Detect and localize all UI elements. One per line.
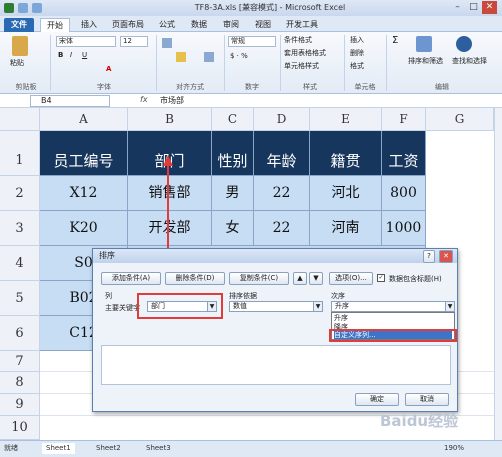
order-header-label: 次序 — [331, 292, 345, 300]
sheet-tab-2[interactable]: Sheet2 — [92, 443, 125, 454]
sort-on-header-label: 排序依据 — [229, 292, 257, 300]
column-header-label: 列 — [105, 292, 112, 300]
arrow-up-head — [163, 155, 173, 166]
headers-checkbox-label: 数据包含标题(H) — [389, 275, 442, 283]
cancel-button[interactable]: 取消 — [405, 393, 449, 406]
delete-level-button[interactable]: 删除条件(D) — [165, 272, 225, 285]
move-down-button[interactable]: ▼ — [309, 272, 323, 285]
levels-list-area[interactable] — [101, 345, 451, 385]
zoom-level[interactable]: 190% — [440, 443, 468, 454]
chevron-down-icon[interactable]: ▼ — [313, 302, 322, 311]
chevron-down-icon[interactable]: ▼ — [445, 302, 454, 311]
sort-on-select[interactable]: 数值 ▼ — [229, 301, 323, 312]
move-up-button[interactable]: ▲ — [293, 272, 307, 285]
sheet-tab-3[interactable]: Sheet3 — [142, 443, 175, 454]
watermark-logo: Baidu经验 — [380, 412, 459, 430]
copy-level-button[interactable]: 复制条件(C) — [229, 272, 289, 285]
add-level-button[interactable]: 添加条件(A) — [101, 272, 161, 285]
status-ready: 就绪 — [4, 444, 18, 452]
options-button[interactable]: 选项(O)... — [329, 272, 373, 285]
ok-button[interactable]: 确定 — [355, 393, 399, 406]
headers-checkbox[interactable]: ✓ — [377, 274, 385, 282]
main-key-label: 主要关键字 — [105, 304, 140, 312]
order-value: 升序 — [335, 302, 349, 310]
sort-dialog: 排序 ? ✕ 添加条件(A) 删除条件(D) 复制条件(C) ▲ ▼ 选项(O)… — [92, 248, 458, 412]
order-select[interactable]: 升序 ▼ — [331, 301, 455, 312]
order-option-ascending[interactable]: 升序 — [334, 314, 348, 322]
sheet-tab-1[interactable]: Sheet1 — [42, 443, 75, 454]
sort-on-value: 数值 — [233, 302, 247, 310]
dialog-close-button[interactable]: ✕ — [439, 250, 453, 263]
highlight-main-key — [137, 293, 223, 319]
sheet-tab-bar: 就绪 Sheet1 Sheet2 Sheet3 190% — [0, 440, 502, 457]
dialog-help-button[interactable]: ? — [423, 250, 435, 263]
dialog-title: 排序 — [93, 249, 457, 263]
highlight-custom-list — [329, 329, 457, 342]
